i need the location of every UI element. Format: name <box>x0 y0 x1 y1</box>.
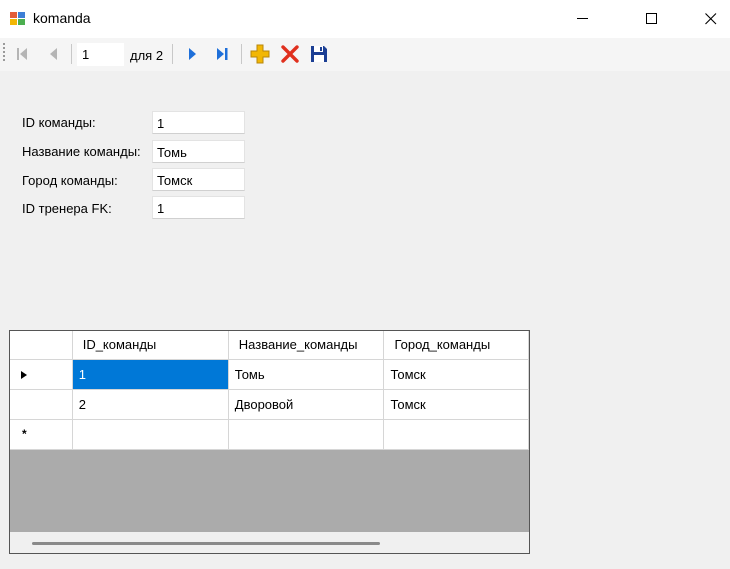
row-header[interactable]: * <box>10 419 73 450</box>
move-first-icon <box>17 48 27 60</box>
scrollbar-thumb[interactable] <box>32 542 380 545</box>
move-last-icon <box>217 48 228 60</box>
minimize-icon <box>577 18 588 19</box>
table-row[interactable]: 2 Дворовой Томск <box>10 389 529 420</box>
move-last-button[interactable] <box>210 43 234 65</box>
add-new-button[interactable] <box>248 43 272 65</box>
delete-button[interactable] <box>278 43 302 65</box>
row-header[interactable] <box>10 389 73 420</box>
maximize-icon <box>646 13 657 24</box>
grid-cell[interactable]: Томск <box>383 359 529 390</box>
add-new-icon <box>250 44 270 64</box>
row-header-corner[interactable] <box>10 331 73 360</box>
team-id-label: ID команды: <box>22 115 96 130</box>
new-row[interactable]: * <box>10 419 529 450</box>
title-bar: komanda <box>0 0 730 38</box>
data-grid[interactable]: ID_команды Название_команды Город_команд… <box>9 330 530 554</box>
save-button[interactable] <box>307 43 331 65</box>
horizontal-scrollbar[interactable] <box>10 532 529 553</box>
maximize-button[interactable] <box>629 0 675 38</box>
column-header-team-city[interactable]: Город_команды <box>383 331 529 360</box>
move-previous-icon <box>50 48 57 60</box>
grid-cell[interactable]: Дворовой <box>228 389 385 420</box>
toolbar-grip[interactable] <box>3 43 6 65</box>
toolbar-separator <box>71 44 72 64</box>
grid-cell[interactable]: 1 <box>72 359 229 390</box>
grid-cell[interactable] <box>72 419 229 450</box>
new-row-marker: * <box>22 426 27 441</box>
grid-cell[interactable]: Томь <box>228 359 385 390</box>
save-icon <box>311 46 327 62</box>
team-city-label: Город команды: <box>22 173 118 188</box>
position-input[interactable] <box>77 43 124 66</box>
minimize-button[interactable] <box>560 0 606 38</box>
close-icon <box>705 13 717 25</box>
grid-header-row: ID_команды Название_команды Город_команд… <box>10 331 529 360</box>
team-name-label: Название команды: <box>22 144 141 159</box>
team-city-field[interactable]: Томск <box>152 168 245 191</box>
move-next-button[interactable] <box>180 43 204 65</box>
record-count-label: для 2 <box>130 48 164 63</box>
close-button[interactable] <box>688 0 730 38</box>
current-row-arrow-icon <box>21 370 27 379</box>
grid-table: ID_команды Название_команды Город_команд… <box>10 331 529 450</box>
row-header[interactable] <box>10 359 73 390</box>
delete-icon <box>281 45 299 63</box>
toolbar-separator <box>241 44 242 64</box>
table-row[interactable]: 1 Томь Томск <box>10 359 529 390</box>
toolbar-separator <box>172 44 173 64</box>
column-header-team-id[interactable]: ID_команды <box>72 331 229 360</box>
app-form-icon <box>9 10 26 27</box>
coach-id-field[interactable]: 1 <box>152 196 245 219</box>
grid-cell[interactable]: 2 <box>72 389 229 420</box>
grid-cell[interactable] <box>383 419 529 450</box>
column-header-team-name[interactable]: Название_команды <box>228 331 385 360</box>
coach-id-label: ID тренера FK: <box>22 201 112 216</box>
team-id-field[interactable]: 1 <box>152 111 245 134</box>
move-first-button[interactable] <box>10 43 34 65</box>
team-name-field[interactable]: Томь <box>152 140 245 163</box>
binding-navigator: для 2 <box>0 38 730 71</box>
grid-cell[interactable]: Томск <box>383 389 529 420</box>
window-title: komanda <box>33 10 91 26</box>
move-previous-button[interactable] <box>42 43 66 65</box>
grid-cell[interactable] <box>228 419 385 450</box>
move-next-icon <box>189 48 196 60</box>
